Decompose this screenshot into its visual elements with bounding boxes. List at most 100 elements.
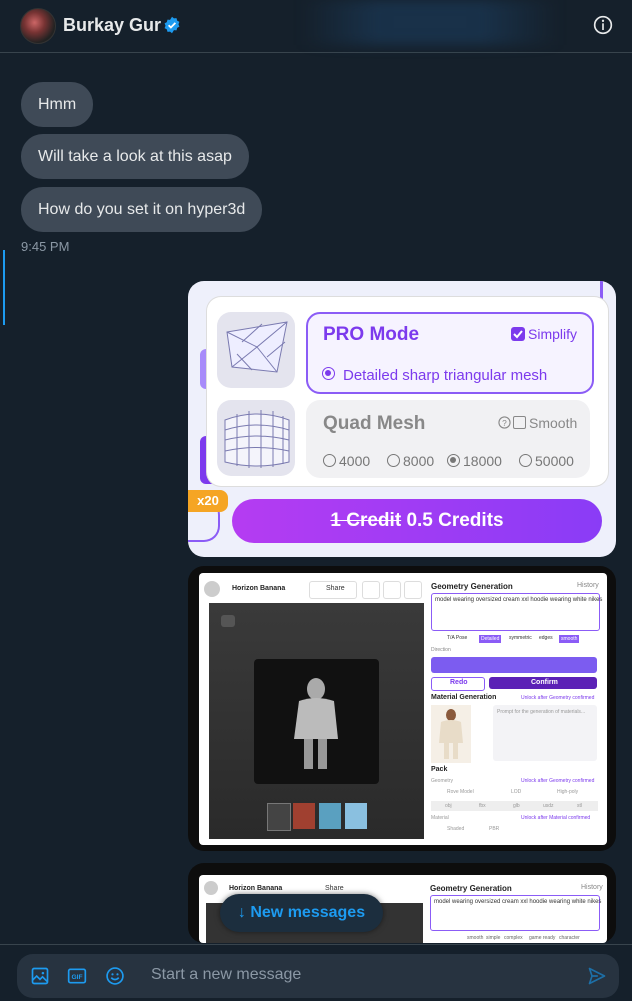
history-link[interactable]: History (581, 884, 603, 891)
tag[interactable]: smooth (559, 635, 580, 643)
simplify-checkbox[interactable] (511, 327, 525, 341)
material-option[interactable]: Shaded (447, 826, 464, 832)
radio-4000[interactable] (323, 454, 336, 467)
message-bubble[interactable]: Will take a look at this asap (21, 134, 249, 179)
app-username: Horizon Banana (229, 885, 283, 892)
send-icon[interactable] (587, 966, 607, 986)
smooth-label: Smooth (529, 415, 578, 431)
image-icon[interactable] (30, 966, 50, 986)
share-label[interactable]: Share (325, 885, 344, 892)
option-4000: 4000 (339, 453, 371, 469)
option-50000: 50000 (535, 453, 574, 469)
pack-title: Pack (431, 766, 448, 773)
svg-text:?: ? (502, 418, 507, 428)
pro-option-label: Detailed sharp triangular mesh (343, 367, 548, 384)
simplify-label: Simplify (528, 326, 578, 342)
format-option[interactable]: stl (577, 803, 582, 809)
panel-title: Geometry Generation (431, 582, 513, 591)
format-option[interactable]: glb (513, 803, 520, 809)
pack-option[interactable]: LOD (511, 789, 521, 795)
radio-8000[interactable] (387, 454, 400, 467)
format-option[interactable]: obj (445, 803, 452, 809)
share-label: Share (326, 585, 345, 592)
tag[interactable]: T/A Pose (447, 635, 467, 641)
tag[interactable]: smooth (467, 935, 483, 941)
thumbnail[interactable] (345, 803, 367, 829)
geometry-label: Geometry (431, 778, 453, 784)
toolbar-icon[interactable] (362, 581, 380, 599)
toolbar-icon[interactable] (404, 581, 422, 599)
new-credit-price: 0.5 Credits (406, 510, 504, 531)
eye-icon[interactable] (221, 615, 235, 627)
unlock-note: Unlock after Geometry confirmed (521, 778, 595, 784)
svg-text:GIF: GIF (71, 974, 82, 981)
verified-badge-icon (164, 16, 180, 34)
pro-mode-title: PRO Mode (323, 324, 420, 345)
tag-row: T/A Pose Detailed symmetric edges smooth (431, 633, 598, 645)
format-row: obj fbx glb usdz stl (431, 801, 598, 811)
contact-name[interactable]: Burkay Gur (63, 15, 161, 36)
tag[interactable]: Detailed (479, 635, 502, 643)
material-title: Material Generation (431, 694, 497, 701)
quad-mesh-thumbnail (217, 400, 295, 476)
thumbnail[interactable] (267, 803, 291, 831)
avatar[interactable] (20, 8, 56, 44)
message-input[interactable]: Start a new message (151, 966, 301, 984)
old-credit-price: 1 Credit (330, 510, 402, 531)
material-preview (431, 705, 471, 763)
help-icon[interactable]: ? (498, 416, 511, 429)
tag[interactable]: game ready (529, 935, 555, 941)
message-composer: GIF Start a new message (0, 944, 632, 1001)
scroll-indicator (3, 250, 5, 325)
radio-50000[interactable] (519, 454, 532, 467)
material-label: Material (431, 815, 449, 821)
user-avatar (204, 581, 220, 597)
material-placeholder: Prompt for the generation of materials..… (497, 709, 586, 715)
tag[interactable]: symmetric (509, 635, 532, 641)
direction-slider[interactable] (431, 657, 597, 673)
tag[interactable]: simple (486, 935, 500, 941)
option-18000: 18000 (463, 453, 502, 469)
confirm-label: Confirm (531, 679, 558, 686)
message-bubble[interactable]: How do you set it on hyper3d (21, 187, 263, 232)
option-8000: 8000 (403, 453, 435, 469)
redo-label: Redo (450, 679, 468, 686)
blurred-area (300, 0, 560, 45)
radio-18000[interactable] (447, 454, 460, 467)
pack-option[interactable]: Rove Model (447, 789, 474, 795)
model-figure-icon (439, 709, 463, 759)
tag[interactable]: complex (504, 935, 523, 941)
model-figure-icon (294, 678, 338, 769)
format-option[interactable]: usdz (543, 803, 554, 809)
new-messages-button[interactable]: ↓ New messages (220, 894, 383, 932)
tag[interactable]: edges (539, 635, 553, 641)
composer-box: GIF Start a new message (17, 954, 619, 998)
quad-mesh-title: Quad Mesh (323, 413, 426, 434)
message-timestamp: 9:45 PM (21, 239, 70, 254)
prompt-text: model wearing oversized cream xxl hoodie… (435, 597, 603, 603)
info-icon[interactable] (593, 15, 613, 35)
triangle-mesh-thumbnail (217, 312, 295, 388)
multiplier-badge: x20 (188, 490, 228, 512)
model-preview (254, 659, 379, 784)
thumbnail[interactable] (319, 803, 341, 829)
panel-title: Geometry Generation (430, 884, 512, 893)
toolbar-icon[interactable] (383, 581, 401, 599)
3d-viewport[interactable] (209, 603, 424, 839)
material-option[interactable]: PBR (489, 826, 499, 832)
user-avatar (204, 881, 218, 895)
gif-icon[interactable]: GIF (67, 966, 87, 986)
format-option[interactable]: fbx (479, 803, 486, 809)
conversation-header: Burkay Gur (0, 0, 632, 53)
thumbnail[interactable] (293, 803, 315, 829)
emoji-icon[interactable] (105, 966, 125, 986)
history-link[interactable]: History (577, 582, 599, 589)
direction-label: Direction (431, 647, 451, 653)
generate-credits-button[interactable]: 1 Credit 0.5 Credits (232, 499, 602, 543)
pack-option[interactable]: High-poly (557, 789, 578, 795)
smooth-checkbox[interactable] (513, 416, 526, 429)
message-bubble[interactable]: Hmm (21, 82, 94, 127)
pro-radio[interactable] (322, 367, 335, 380)
app-username: Horizon Banana (232, 585, 286, 592)
tag[interactable]: character (559, 935, 580, 941)
